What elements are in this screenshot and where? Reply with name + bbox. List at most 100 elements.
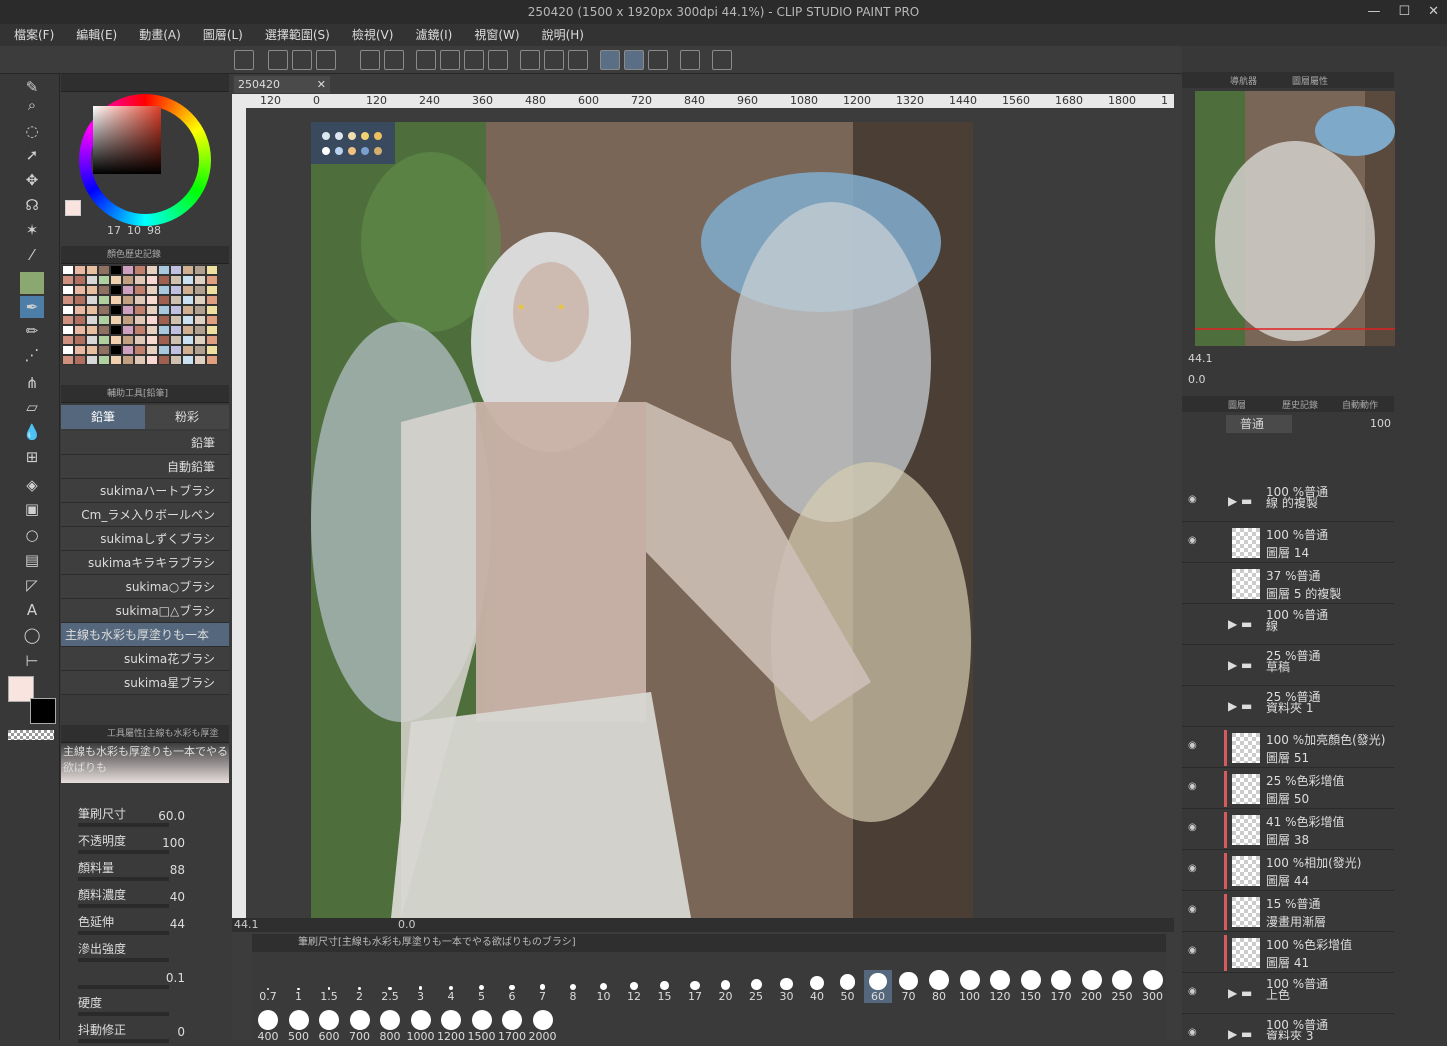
eye-icon[interactable]: ◉ — [1188, 945, 1197, 956]
logo-icon[interactable] — [234, 50, 254, 70]
color-history-swatch[interactable] — [62, 285, 74, 295]
color-history-swatch[interactable] — [98, 345, 110, 355]
saturation-value-square[interactable] — [93, 106, 161, 174]
artwork-canvas[interactable] — [311, 122, 973, 918]
brush-size-option[interactable]: 170 — [1047, 970, 1075, 1003]
color-history-swatch[interactable] — [170, 305, 182, 315]
eye-icon[interactable]: ◉ — [1188, 535, 1197, 546]
color-history-swatch[interactable] — [206, 295, 218, 305]
color-history-swatch[interactable] — [122, 275, 134, 285]
color-history-swatch[interactable] — [62, 295, 74, 305]
brush-size-option[interactable]: 700 — [346, 1010, 374, 1043]
color-history-swatch[interactable] — [62, 305, 74, 315]
color-history-swatch[interactable] — [86, 355, 98, 365]
transform-icon[interactable] — [464, 50, 484, 70]
eraser-icon[interactable]: ▱ — [20, 396, 44, 418]
brush-size-option[interactable]: 15 — [651, 970, 679, 1003]
color-history-swatch[interactable] — [146, 265, 158, 275]
brush-size-option[interactable]: 500 — [285, 1010, 313, 1043]
grid-tool-icon[interactable]: ⊞ — [20, 446, 44, 468]
color-history-swatch[interactable] — [86, 285, 98, 295]
frame-tool-icon[interactable]: ▤ — [20, 549, 44, 571]
brush-item[interactable]: Cm_ラメ入りボールペン — [61, 503, 229, 527]
fill-icon[interactable] — [440, 50, 460, 70]
brush-size-option[interactable]: 150 — [1017, 970, 1045, 1003]
color-history-swatch[interactable] — [122, 265, 134, 275]
property-row[interactable]: 顏料濃度 40 — [61, 884, 229, 911]
color-history-swatch[interactable] — [110, 315, 122, 325]
pencil-tool-icon[interactable]: ✏ — [20, 320, 44, 342]
color-history-swatch[interactable] — [182, 345, 194, 355]
property-value[interactable]: 60.0 — [158, 809, 185, 823]
color-history-swatch[interactable] — [206, 345, 218, 355]
snap-ruler-icon[interactable] — [600, 50, 620, 70]
brush-size-option[interactable]: 17 — [681, 970, 709, 1003]
open-file-icon[interactable] — [292, 50, 312, 70]
color-history-swatch[interactable] — [158, 325, 170, 335]
layer-row[interactable]: ▶ ▬ 25 %普通 草稿 — [1182, 646, 1394, 686]
color-history-swatch[interactable] — [110, 325, 122, 335]
brush-item[interactable]: sukimaキラキラブラシ — [61, 551, 229, 575]
color-history-swatch[interactable] — [170, 345, 182, 355]
property-row[interactable]: 硬度 — [61, 992, 229, 1019]
nav-angle[interactable]: 0.0 — [1188, 373, 1206, 386]
menu-layer[interactable]: 圖層(L) — [203, 24, 243, 46]
brush-item[interactable]: sukima□△ブラシ — [61, 599, 229, 623]
menu-help[interactable]: 說明(H) — [542, 24, 584, 46]
color-history-swatch[interactable] — [146, 315, 158, 325]
color-history-swatch[interactable] — [206, 325, 218, 335]
new-file-icon[interactable] — [268, 50, 288, 70]
property-value[interactable]: 100 — [162, 836, 185, 850]
color-history-swatch[interactable] — [122, 305, 134, 315]
property-slider[interactable] — [78, 1012, 169, 1016]
color-history-swatch[interactable] — [122, 285, 134, 295]
menu-edit[interactable]: 編輯(E) — [76, 24, 117, 46]
color-history-swatch[interactable] — [74, 325, 86, 335]
brush-size-option[interactable]: 10 — [590, 970, 618, 1003]
color-history-swatch[interactable] — [182, 355, 194, 365]
color-history-swatch[interactable] — [74, 265, 86, 275]
color-history-swatch[interactable] — [158, 305, 170, 315]
color-history-swatch[interactable] — [62, 325, 74, 335]
layer-row[interactable]: ◉ 15 %普通 漫畫用漸層 — [1182, 892, 1394, 932]
menu-window[interactable]: 視窗(W) — [474, 24, 519, 46]
color-history-swatch[interactable] — [146, 285, 158, 295]
brush-size-option[interactable]: 5 — [468, 970, 496, 1003]
sub-color-swatch[interactable] — [30, 698, 56, 724]
property-slider[interactable] — [78, 958, 169, 962]
color-history-swatch[interactable] — [110, 335, 122, 345]
color-history-swatch[interactable] — [158, 275, 170, 285]
brush-size-option[interactable]: 1700 — [498, 1010, 526, 1043]
snap-grid-icon[interactable] — [648, 50, 668, 70]
color-history-swatch[interactable] — [86, 335, 98, 345]
property-row[interactable]: 抖動修正 0 — [61, 1019, 229, 1046]
property-slider[interactable] — [78, 850, 169, 854]
layer-row[interactable]: ◉ ▶ ▬ 100 %普通線 的複製 — [1182, 482, 1394, 522]
color-history-swatch[interactable] — [134, 305, 146, 315]
brush-size-option[interactable]: 40 — [803, 970, 831, 1003]
color-history-swatch[interactable] — [134, 315, 146, 325]
brush-item[interactable]: sukima星ブラシ — [61, 671, 229, 695]
color-history-swatch[interactable] — [134, 345, 146, 355]
color-history-swatch[interactable] — [110, 305, 122, 315]
color-history-swatch[interactable] — [98, 325, 110, 335]
fill-tool-icon[interactable]: ◈ — [20, 474, 44, 496]
zoom-readout[interactable]: 44.1 — [234, 918, 259, 931]
brush-size-option[interactable]: 50 — [834, 970, 862, 1003]
color-history-swatch[interactable] — [74, 295, 86, 305]
property-value[interactable]: 44 — [170, 917, 185, 931]
brush-size-option[interactable]: 120 — [986, 970, 1014, 1003]
color-history-swatch[interactable] — [146, 355, 158, 365]
move-tool-icon[interactable]: ✥ — [20, 169, 44, 191]
property-slider[interactable] — [78, 931, 169, 935]
eye-icon[interactable]: ◉ — [1188, 822, 1197, 833]
text-tool-icon[interactable]: A — [20, 599, 44, 621]
color-history-swatch[interactable] — [74, 305, 86, 315]
color-history-swatch[interactable] — [98, 265, 110, 275]
brush-size-option[interactable]: 20 — [712, 970, 740, 1003]
color-history-swatch[interactable] — [170, 275, 182, 285]
brush-item[interactable]: 主線も水彩も厚塗りも一本 — [61, 623, 229, 647]
color-history-swatch[interactable] — [158, 345, 170, 355]
layer-row[interactable]: ◉ 100 %普通 圖層 14 — [1182, 523, 1394, 563]
color-history-swatch[interactable] — [74, 285, 86, 295]
